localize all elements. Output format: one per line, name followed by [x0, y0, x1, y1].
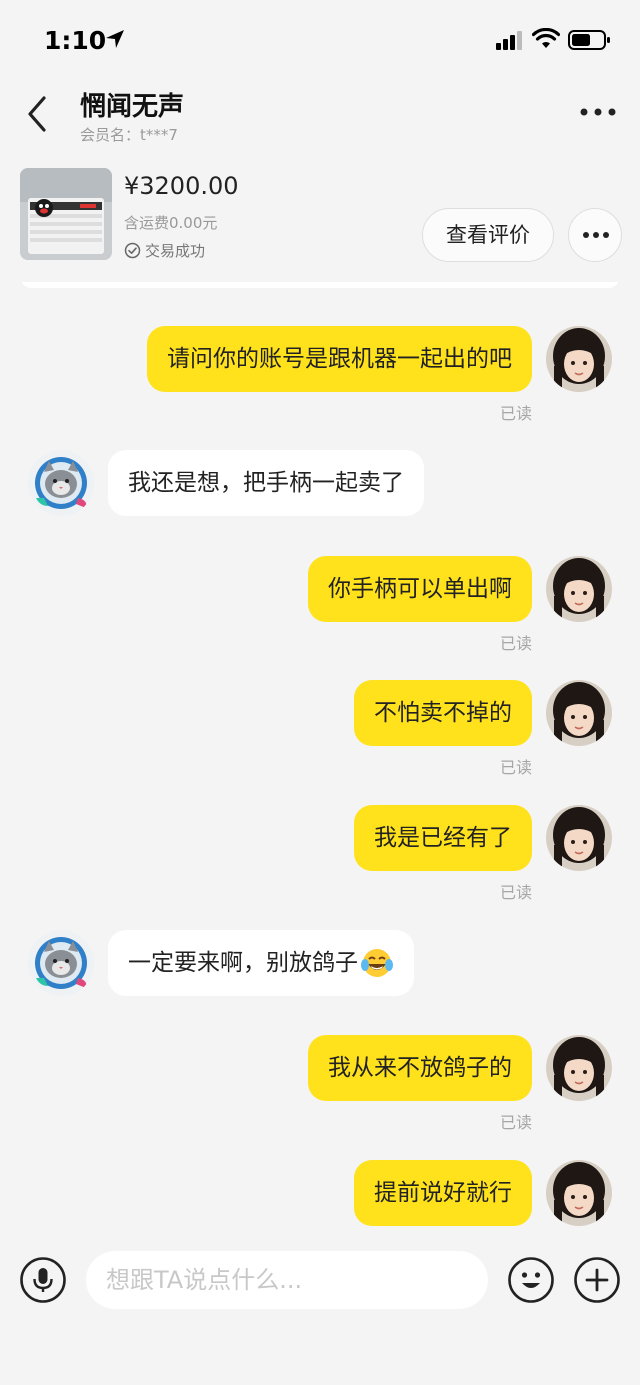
- my-avatar[interactable]: [546, 326, 612, 392]
- message-bubble[interactable]: 一定要来啊，别放鸽子: [108, 930, 414, 996]
- girl-avatar-icon: [546, 680, 612, 746]
- laughing-tears-emoji-icon: [361, 949, 393, 977]
- emoji-icon[interactable]: [508, 1257, 554, 1303]
- message-row-outgoing: 不怕卖不掉的 已读: [0, 680, 640, 780]
- girl-avatar-icon: [546, 1035, 612, 1101]
- read-receipt: 已读: [499, 404, 532, 423]
- cat-astronaut-avatar-icon: [28, 450, 94, 516]
- status-time: 1:10: [44, 26, 107, 55]
- girl-avatar-icon: [546, 556, 612, 622]
- previous-card-edge: [20, 282, 620, 288]
- read-receipt: 已读: [499, 1113, 532, 1132]
- message-bubble[interactable]: 提前说好就行: [354, 1160, 532, 1226]
- member-id: 会员名：t***7: [80, 126, 178, 144]
- battery-icon: [568, 30, 610, 50]
- message-list[interactable]: 请问你的账号是跟机器一起出的吧 已读 我还是想，把手柄一起卖了 你手柄可以单出啊…: [0, 282, 640, 1237]
- wifi-icon: [532, 28, 560, 48]
- more-options-icon[interactable]: [578, 102, 618, 122]
- my-avatar[interactable]: [546, 805, 612, 871]
- plus-icon[interactable]: [574, 1257, 620, 1303]
- contact-name: 惘闻无声: [80, 92, 185, 122]
- message-row-outgoing: 我从来不放鸽子的 已读: [0, 1035, 640, 1135]
- chat-header: 惘闻无声 会员名：t***7: [0, 80, 640, 150]
- message-row-incoming: 一定要来啊，别放鸽子: [0, 930, 640, 1000]
- shipping-fee: 含运费0.00元: [124, 214, 218, 232]
- message-bubble[interactable]: 我还是想，把手柄一起卖了: [108, 450, 424, 516]
- product-photo-icon: [20, 168, 112, 260]
- girl-avatar-icon: [546, 805, 612, 871]
- product-thumbnail[interactable]: [20, 168, 112, 260]
- message-row-outgoing: 你手柄可以单出啊 已读: [0, 556, 640, 656]
- message-input-bar: [0, 1237, 640, 1385]
- product-price: ¥3200.00: [124, 172, 239, 200]
- message-bubble[interactable]: 请问你的账号是跟机器一起出的吧: [147, 326, 532, 392]
- view-review-button[interactable]: 查看评价: [422, 208, 554, 262]
- my-avatar[interactable]: [546, 680, 612, 746]
- my-avatar[interactable]: [546, 1035, 612, 1101]
- read-receipt: 已读: [499, 634, 532, 653]
- back-arrow-icon[interactable]: [22, 94, 52, 134]
- message-input[interactable]: [86, 1251, 488, 1309]
- cellular-signal-icon: [496, 31, 522, 50]
- my-avatar[interactable]: [546, 556, 612, 622]
- girl-avatar-icon: [546, 1160, 612, 1226]
- deal-status-label: 交易成功: [145, 242, 206, 260]
- message-bubble[interactable]: 我从来不放鸽子的: [308, 1035, 532, 1101]
- product-card[interactable]: ¥3200.00 含运费0.00元 交易成功 查看评价: [0, 152, 640, 282]
- girl-avatar-icon: [546, 326, 612, 392]
- product-more-button[interactable]: [568, 208, 622, 262]
- message-row-outgoing: 请问你的账号是跟机器一起出的吧 已读: [0, 326, 640, 426]
- check-circle-icon: [124, 242, 141, 259]
- cat-astronaut-avatar-icon: [28, 930, 94, 996]
- read-receipt: 已读: [499, 758, 532, 777]
- microphone-icon[interactable]: [20, 1257, 66, 1303]
- message-bubble[interactable]: 不怕卖不掉的: [354, 680, 532, 746]
- message-bubble[interactable]: 我是已经有了: [354, 805, 532, 871]
- contact-avatar[interactable]: [28, 930, 94, 996]
- deal-status: 交易成功: [124, 240, 205, 261]
- message-row-outgoing: 我是已经有了 已读: [0, 805, 640, 905]
- message-row-outgoing: 提前说好就行: [0, 1160, 640, 1237]
- message-text: 一定要来啊，别放鸽子: [128, 950, 358, 976]
- my-avatar[interactable]: [546, 1160, 612, 1226]
- read-receipt: 已读: [499, 883, 532, 902]
- message-bubble[interactable]: 你手柄可以单出啊: [308, 556, 532, 622]
- contact-avatar[interactable]: [28, 450, 94, 516]
- location-arrow-icon: [106, 30, 124, 48]
- more-dots-icon: [583, 232, 609, 238]
- message-row-incoming: 我还是想，把手柄一起卖了: [0, 450, 640, 520]
- status-bar: 1:10: [0, 0, 640, 80]
